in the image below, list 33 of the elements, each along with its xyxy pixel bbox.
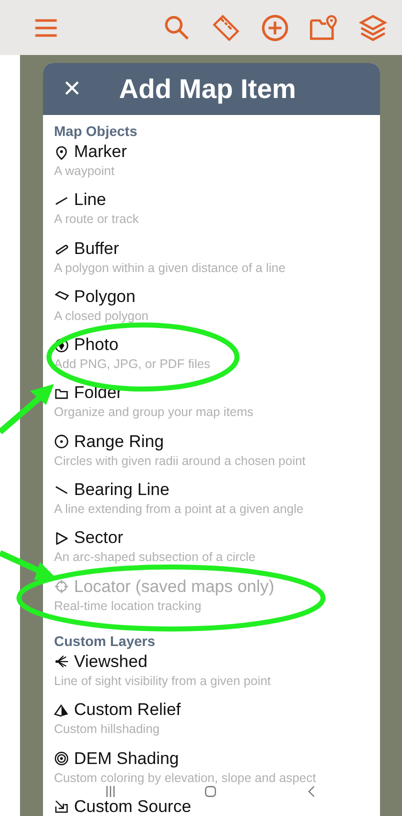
menu-item[interactable]: Bearing Line A line extending from a point at a given angle (54, 480, 304, 516)
section-heading: Custom Layers (54, 632, 156, 650)
home-icon[interactable] (205, 786, 216, 797)
menu-item[interactable]: Polygon A closed polygon (54, 286, 149, 323)
layers-icon[interactable] (358, 12, 388, 42)
close-button[interactable]: × (59, 74, 85, 104)
sector-icon (54, 530, 69, 546)
rays-icon (54, 654, 69, 670)
add-circle-icon[interactable] (260, 12, 290, 42)
back-icon[interactable] (306, 786, 318, 797)
pyramid-icon (54, 702, 69, 718)
recent-apps-icon[interactable] (104, 786, 116, 797)
section-heading: Map Objects (54, 123, 138, 140)
annotation-arrow (0, 384, 54, 434)
import-icon (54, 799, 69, 814)
menu-item[interactable]: Custom Relief Custom hillshading (54, 700, 181, 736)
crosshair-icon (54, 579, 69, 594)
menu-item[interactable]: Marker A waypoint (54, 142, 127, 178)
menu-item[interactable]: Range Ring Circles with given radii around a chosen point (54, 432, 306, 468)
dialog-title: Add Map Item (119, 74, 296, 104)
menu-item[interactable]: Sector An arc-shaped subsection of a circle (54, 528, 256, 564)
menu-item[interactable]: Viewshed Line of sight visibility from a given point (54, 652, 271, 688)
contour-icon (54, 751, 69, 766)
folder-pin-icon[interactable] (309, 12, 339, 42)
menu-item[interactable]: Custom Source (54, 796, 192, 816)
aperture-icon (54, 338, 69, 353)
menu-item[interactable]: Buffer A polygon within a given distance of a line (54, 238, 286, 275)
menu-item[interactable]: Line A route or track (54, 190, 139, 226)
menu-item[interactable]: DEM Shading Custom coloring by elevation, slope and aspect (54, 748, 316, 785)
menu-item[interactable]: Photo Add PNG, JPG, or PDF files (54, 335, 210, 372)
target-circle-icon (54, 434, 69, 450)
pin-icon (54, 144, 69, 160)
ruler-icon[interactable] (211, 12, 241, 42)
